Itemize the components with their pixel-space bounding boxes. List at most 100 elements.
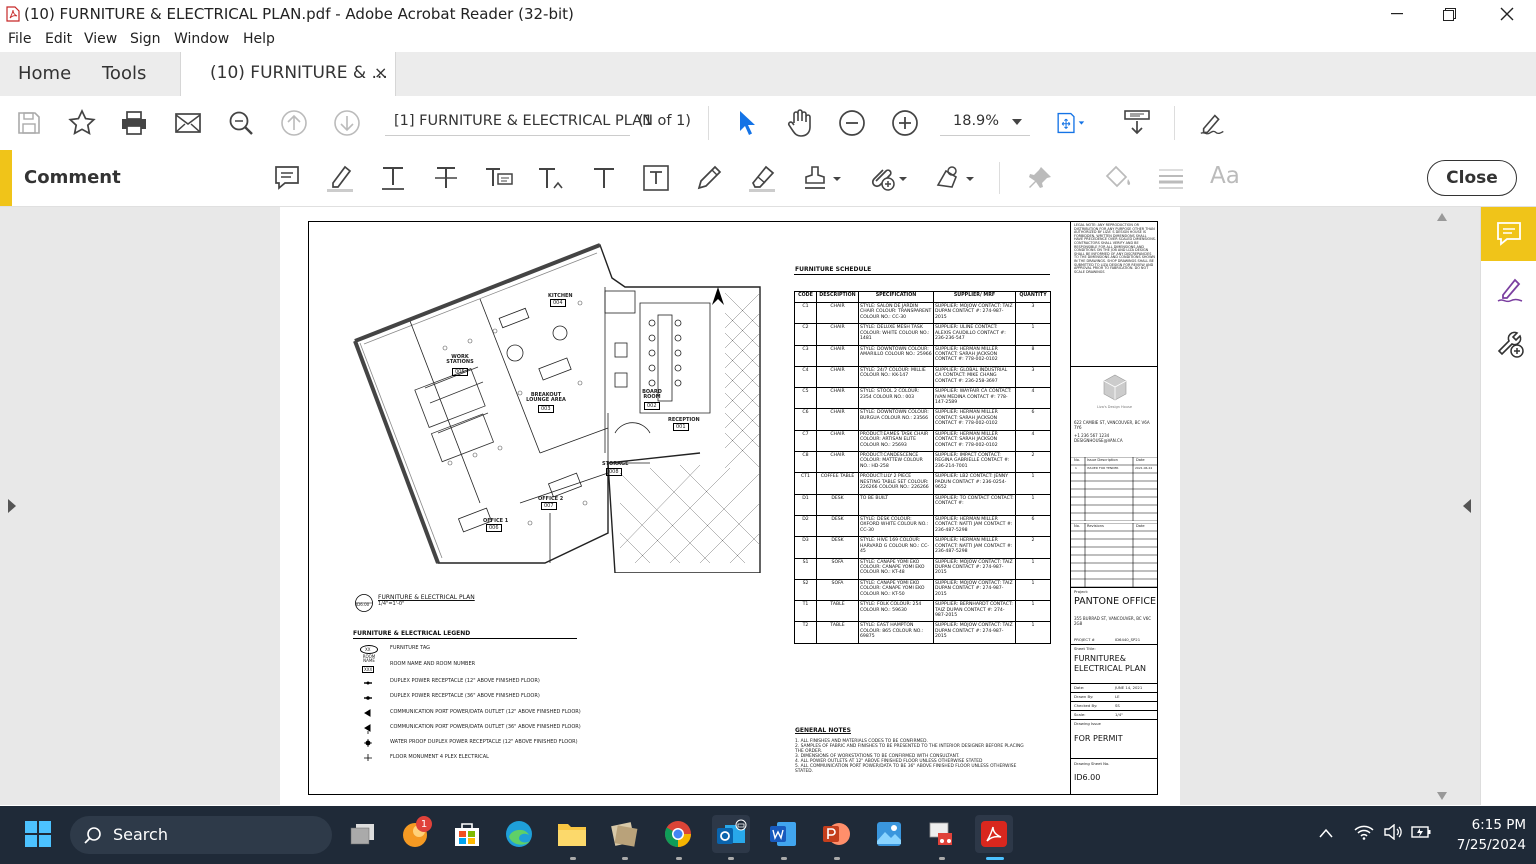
taskbar-app-store[interactable] (448, 815, 486, 853)
scroll-up-arrow-icon[interactable] (1437, 213, 1447, 221)
shapes-button[interactable] (933, 162, 977, 194)
line-weight-icon (1159, 169, 1183, 189)
email-button[interactable] (173, 108, 203, 138)
strikethrough-button[interactable] (430, 162, 462, 194)
divider (1071, 644, 1158, 645)
text-box-button[interactable] (640, 162, 672, 194)
wifi-icon[interactable] (1354, 824, 1374, 840)
room-number: 006 (486, 524, 502, 532)
print-button[interactable] (119, 108, 149, 138)
eraser-button[interactable] (746, 162, 778, 194)
menu-help[interactable]: Help (243, 31, 275, 47)
sticky-note-button[interactable] (271, 162, 303, 194)
divider (1071, 758, 1158, 759)
close-comment-button[interactable]: Close (1427, 160, 1517, 196)
add-text-button[interactable] (588, 162, 620, 194)
draw-button[interactable] (693, 162, 725, 194)
find-button[interactable] (226, 108, 256, 138)
outlook-icon (717, 819, 747, 844)
next-page-button[interactable] (332, 108, 362, 138)
table-cell: T1 (794, 600, 817, 623)
menu-view[interactable]: View (84, 31, 117, 47)
chevron-up-icon[interactable] (1319, 828, 1333, 838)
fill-sign-panel-button[interactable] (1495, 275, 1525, 305)
table-row: C4 CHAIR STYLE: 24/7 COLOUR: MILLIE COLOUR… (794, 365, 1051, 389)
right-panel-toggle-icon[interactable] (1462, 499, 1472, 513)
highlight-button[interactable] (324, 162, 356, 194)
page-number-field[interactable]: [1] FURNITURE & ELECTRICAL PLAN (385, 111, 653, 136)
underline-text-button[interactable] (377, 162, 409, 194)
table-cell: CHAIR (816, 323, 859, 346)
taskbar-app-file-explorer[interactable] (553, 815, 591, 853)
close-window-button[interactable] (1484, 0, 1530, 28)
taskbar-app-edge[interactable] (500, 815, 538, 853)
minimize-button[interactable] (1374, 0, 1420, 28)
text-properties-button[interactable]: Aa (1210, 163, 1240, 189)
taskbar-app-widgets[interactable]: 1 (396, 815, 434, 853)
table-cell: SUPPLIER: IMPACT CONTACT: REGINA GABRIEL… (933, 451, 1016, 474)
issue-cell: ISSUED FOR TENDER (1087, 466, 1119, 470)
menu-window[interactable]: Window (174, 31, 229, 47)
line-weight-button[interactable] (1155, 162, 1187, 194)
notification-badge: 1 (416, 816, 432, 832)
taskbar-app-paint[interactable] (870, 815, 908, 853)
divider (1071, 692, 1158, 693)
fit-page-button[interactable] (1055, 108, 1085, 138)
insert-text-button[interactable] (536, 162, 568, 194)
volume-icon[interactable] (1383, 824, 1403, 840)
table-cell: 1 (1015, 323, 1051, 346)
zoom-select[interactable]: 18.9% (940, 111, 1030, 136)
taskbar-app-powerpoint[interactable] (817, 815, 855, 853)
taskbar-app-outlook[interactable] (712, 815, 750, 853)
vertical-scrollbar[interactable] (1434, 207, 1450, 805)
pin-button[interactable] (1024, 162, 1056, 194)
schedule-title-underline (794, 274, 1050, 275)
running-indicator (781, 857, 787, 860)
table-cell: C7 (794, 429, 817, 453)
menu-file[interactable]: File (8, 31, 31, 47)
zoom-out-button[interactable] (837, 108, 867, 138)
taskbar-app-photos[interactable] (605, 815, 643, 853)
table-cell: CHAIR (816, 365, 859, 389)
menu-sign[interactable]: Sign (130, 31, 161, 47)
fill-color-button[interactable] (1102, 162, 1134, 194)
fill-sign-button[interactable] (1198, 108, 1228, 138)
hand-tool-button[interactable] (785, 108, 815, 138)
taskbar-app-acrobat[interactable] (975, 815, 1013, 853)
zoom-in-button[interactable] (890, 108, 920, 138)
left-panel-toggle-icon[interactable] (7, 499, 17, 513)
stamp-button[interactable] (800, 162, 844, 194)
select-tool-button[interactable] (732, 108, 762, 138)
cursor-arrow-icon (740, 111, 755, 135)
battery-plug-icon[interactable] (1411, 823, 1433, 841)
tab-home[interactable]: Home (18, 63, 71, 84)
scroll-mode-button[interactable] (1122, 108, 1152, 138)
taskview-button[interactable] (343, 815, 381, 853)
clock-date[interactable]: 7/25/2024 (1440, 837, 1526, 853)
more-tools-button[interactable] (1495, 329, 1525, 359)
table-cell: 1 (1015, 472, 1051, 495)
scroll-down-arrow-icon[interactable] (1437, 792, 1447, 800)
clock-time[interactable]: 6:15 PM (1440, 817, 1526, 833)
tab-tools[interactable]: Tools (102, 63, 146, 84)
tab-document[interactable]: (10) FURNITURE & ... × (180, 52, 396, 96)
save-button[interactable] (14, 108, 44, 138)
comment-panel-button[interactable] (1481, 207, 1536, 261)
maximize-button[interactable] (1426, 0, 1472, 28)
taskbar-app-snipping-tool[interactable] (922, 815, 960, 853)
start-button[interactable] (19, 815, 57, 853)
menu-edit[interactable]: Edit (45, 31, 72, 47)
taskbar-app-chrome[interactable] (659, 815, 697, 853)
tab-close-icon[interactable]: × (374, 63, 387, 82)
pdf-page[interactable]: KITCHEN 004 WORK STATIONS 005 BREAKOUT L… (280, 207, 1180, 805)
replace-text-button[interactable] (483, 162, 515, 194)
taskbar-app-word[interactable] (764, 815, 802, 853)
pen-sign-icon (1200, 114, 1224, 135)
attach-button[interactable] (866, 162, 910, 194)
table-cell: STYLE: STOOL 2 COLOUR: 2354 COLOUR NO.: … (858, 387, 934, 410)
bookmark-button[interactable] (67, 108, 97, 138)
column-header: QUANTITY (1015, 291, 1051, 303)
replace-text-icon (486, 168, 513, 186)
taskbar-search[interactable]: Search (70, 816, 332, 854)
previous-page-button[interactable] (279, 108, 309, 138)
